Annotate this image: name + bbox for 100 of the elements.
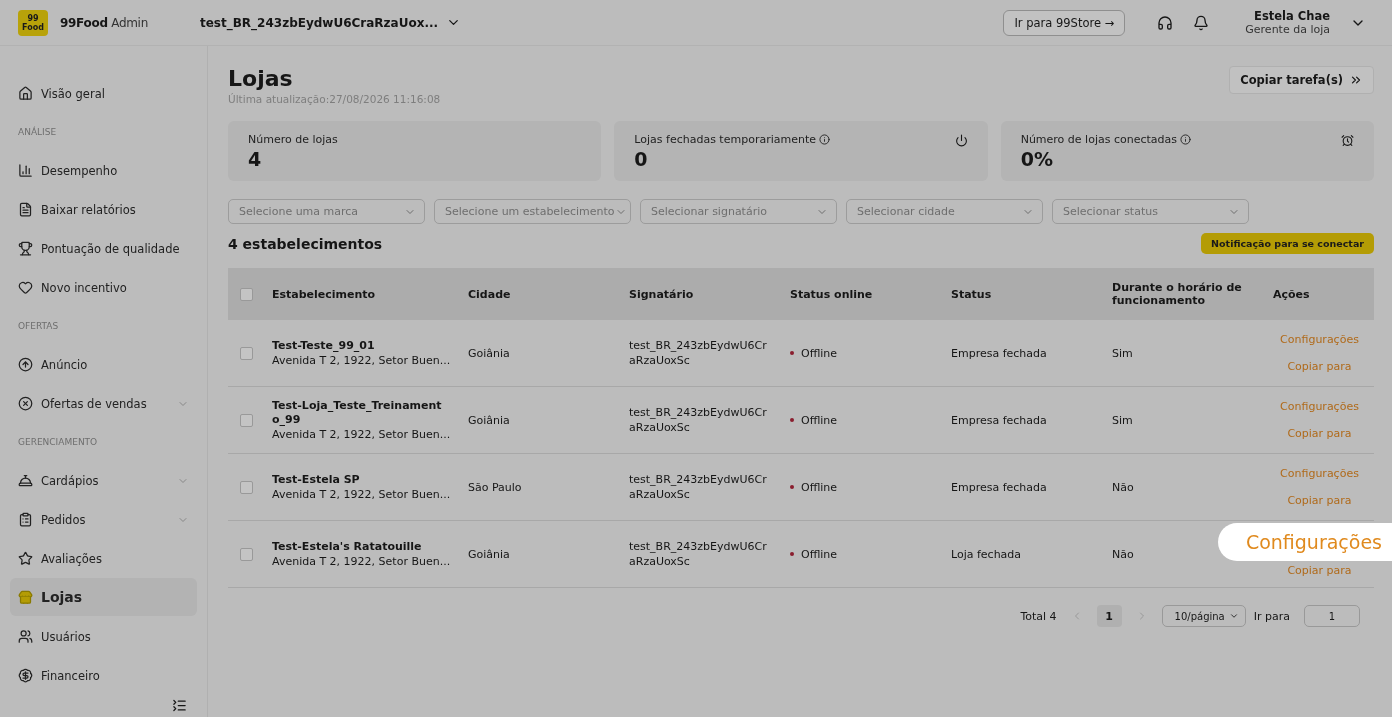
power-icon bbox=[954, 134, 968, 147]
column-header: Cidade bbox=[468, 268, 629, 320]
sidebar-label: Pontuação de qualidade bbox=[41, 241, 181, 256]
x-circle-icon bbox=[18, 396, 33, 411]
sidebar-item[interactable]: Visão geral bbox=[10, 74, 197, 113]
page-button[interactable]: 1 bbox=[1096, 605, 1122, 627]
row-checkbox[interactable] bbox=[240, 346, 253, 360]
table-cell-text: Goiânia bbox=[468, 345, 511, 361]
table-cell-text: Empresa fechada bbox=[951, 412, 1048, 428]
info-icon bbox=[819, 134, 830, 145]
sidebar-item[interactable]: Desempenho bbox=[10, 151, 197, 190]
goto-label: Ir para bbox=[1253, 609, 1290, 623]
sidebar-label: Ofertas de vendas bbox=[41, 396, 148, 411]
trophy-icon bbox=[18, 241, 33, 256]
stat-label: Número de lojas bbox=[248, 133, 338, 146]
bell-icon[interactable] bbox=[1193, 14, 1210, 31]
stat-value: 0% bbox=[1020, 148, 1054, 170]
section-label: ANÁLISE bbox=[17, 125, 58, 139]
sidebar-item[interactable]: Avaliações bbox=[10, 539, 197, 578]
sidebar-item[interactable]: Lojas bbox=[10, 578, 197, 616]
store-name: Test-Estela's Ratatouille bbox=[272, 539, 423, 554]
column-header: Durante o horário de funcionamento bbox=[1112, 268, 1273, 320]
sidebar-item[interactable]: Anúncio bbox=[10, 345, 197, 384]
result-count: 4 estabelecimentos bbox=[228, 235, 383, 252]
brand-name: 99Food Admin bbox=[60, 15, 148, 30]
sidebar-item[interactable]: Baixar relatórios bbox=[10, 190, 197, 229]
row-checkbox[interactable] bbox=[240, 413, 253, 427]
store-address: Avenida T 2, 1922, Setor Buen... bbox=[272, 426, 452, 442]
table-cell-text: test_BR_243zbEydwU6CraRzaUoxSc bbox=[629, 539, 768, 569]
star-icon bbox=[18, 551, 33, 566]
sidebar-item[interactable]: Financeiro bbox=[10, 656, 197, 695]
sidebar-label: Baixar relatórios bbox=[41, 202, 137, 217]
double-chevron-icon bbox=[1349, 73, 1363, 87]
status-dot bbox=[790, 351, 794, 355]
row-checkbox[interactable] bbox=[240, 480, 253, 494]
headset-icon[interactable] bbox=[1157, 14, 1174, 31]
column-header: Estabelecimento bbox=[272, 268, 468, 320]
notify-button[interactable]: Notificação para se conectar bbox=[1201, 233, 1374, 254]
store-icon bbox=[18, 589, 33, 605]
stat-value: 0 bbox=[634, 148, 649, 170]
document-icon bbox=[18, 202, 33, 217]
store-address: Avenida T 2, 1922, Setor Buen... bbox=[272, 486, 452, 502]
status-dot bbox=[790, 552, 794, 556]
goto-field[interactable]: 1 bbox=[1304, 605, 1360, 627]
sidebar-label: Usuários bbox=[41, 629, 92, 644]
store-address: Avenida T 2, 1922, Setor Buen... bbox=[272, 553, 452, 569]
sidebar-item[interactable]: Ofertas de vendas bbox=[10, 384, 197, 423]
sidebar-item[interactable]: Novo incentivo bbox=[10, 268, 197, 307]
sidebar-item[interactable]: Pontuação de qualidade bbox=[10, 229, 197, 268]
user-role: Gerente da loja bbox=[1245, 23, 1330, 36]
alarm-icon bbox=[1341, 134, 1354, 147]
chevron-down-icon bbox=[1228, 611, 1239, 621]
table-cell-text: test_BR_243zbEydwU6CraRzaUoxSc bbox=[629, 472, 768, 502]
store-select[interactable]: test_BR_243zbEydwU6CraRzaUox... bbox=[199, 15, 462, 30]
status-dot bbox=[790, 418, 794, 422]
column-header: Status bbox=[951, 268, 1112, 320]
dollar-icon bbox=[18, 668, 33, 683]
page-title: Lojas bbox=[228, 66, 294, 91]
page-size-select[interactable]: 10/página bbox=[1161, 605, 1246, 627]
collapse-icon[interactable] bbox=[172, 698, 187, 713]
home-icon bbox=[18, 86, 33, 101]
copy-tasks-button[interactable]: Copiar tarefa(s) bbox=[1229, 66, 1374, 94]
sidebar-label: Cardápios bbox=[41, 473, 100, 488]
heart-icon bbox=[18, 280, 33, 295]
section-label: OFERTAS bbox=[17, 320, 60, 333]
table-cell-text: Goiânia bbox=[468, 546, 511, 562]
table-cell-text: test_BR_243zbEydwU6CraRzaUoxSc bbox=[629, 405, 768, 435]
sidebar-item[interactable]: Usuários bbox=[10, 617, 197, 656]
clipboard-icon bbox=[18, 512, 33, 527]
column-header: Status online bbox=[790, 268, 951, 320]
go-to-store-button[interactable]: Ir para 99Store → bbox=[1003, 9, 1126, 36]
select-all-checkbox[interactable] bbox=[240, 287, 253, 301]
sidebar-label: Pedidos bbox=[41, 512, 87, 527]
sidebar-item[interactable]: Cardápios bbox=[10, 461, 197, 500]
sidebar-label: Lojas bbox=[41, 589, 84, 605]
sidebar-item[interactable]: Pedidos bbox=[10, 500, 197, 539]
status-dot bbox=[790, 485, 794, 489]
logo: 99 Food bbox=[18, 9, 48, 36]
store-address: Avenida T 2, 1922, Setor Buen... bbox=[272, 352, 452, 368]
sidebar-label: Anúncio bbox=[41, 357, 89, 372]
column-header: Ações bbox=[1273, 268, 1374, 320]
store-name: Test-Estela SP bbox=[272, 472, 361, 487]
table-cell-text: Goiânia bbox=[468, 412, 511, 428]
table-cell-text: Sim bbox=[1112, 412, 1134, 428]
stat-label: Número de lojas conectadas bbox=[1020, 133, 1177, 146]
last-update: Última atualização:27/08/2026 11:16:08 bbox=[228, 93, 441, 105]
sidebar-label: Desempenho bbox=[41, 163, 119, 178]
row-checkbox[interactable] bbox=[240, 547, 253, 561]
stat-value: 4 bbox=[248, 148, 263, 170]
user-name: Estela Chae bbox=[1254, 9, 1330, 23]
table-cell-text: Não bbox=[1112, 546, 1135, 562]
table-cell-text: Empresa fechada bbox=[951, 479, 1048, 495]
cloche-icon bbox=[18, 473, 33, 488]
store-name: Test-Teste_99_01 bbox=[272, 338, 376, 353]
chart-icon bbox=[18, 163, 33, 178]
table-cell-text: test_BR_243zbEydwU6CraRzaUoxSc bbox=[629, 338, 768, 368]
online-status: Offline bbox=[801, 547, 838, 561]
table-cell-text: Loja fechada bbox=[951, 546, 1023, 562]
sidebar-label: Visão geral bbox=[41, 86, 106, 101]
table-cell-text: São Paulo bbox=[468, 479, 523, 495]
